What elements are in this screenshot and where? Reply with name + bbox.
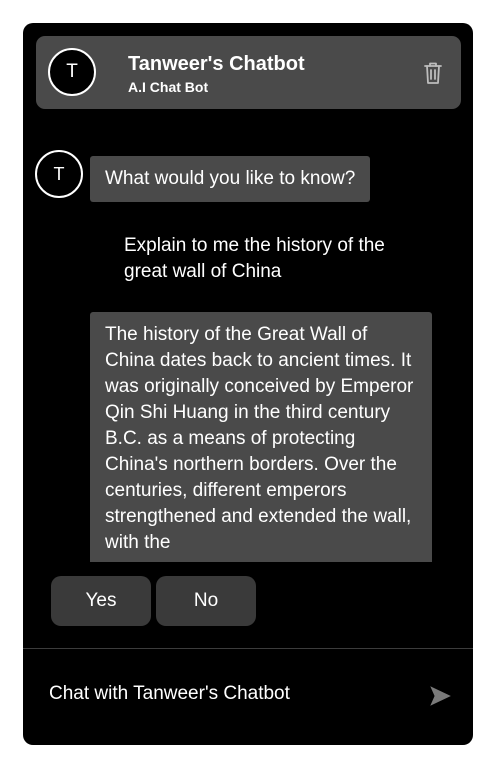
yes-button[interactable]: Yes xyxy=(51,576,151,626)
bot-greeting-bubble: What would you like to know? xyxy=(90,156,371,202)
bot-avatar: T xyxy=(35,150,83,198)
header-avatar: T xyxy=(48,48,96,96)
chatbot-subtitle: A.I Chat Bot xyxy=(128,79,209,95)
message-list: T What would you like to know? Explain t… xyxy=(23,123,473,562)
no-button[interactable]: No xyxy=(156,576,256,626)
send-icon[interactable] xyxy=(427,683,453,709)
chat-window: T Tanweer's Chatbot A.I Chat Bot T What … xyxy=(23,23,473,745)
chat-input[interactable] xyxy=(49,679,409,709)
chat-header: T Tanweer's Chatbot A.I Chat Bot xyxy=(36,36,461,109)
chatbot-title: Tanweer's Chatbot xyxy=(128,53,305,75)
trash-icon[interactable] xyxy=(423,61,443,85)
bot-response-bubble: The history of the Great Wall of China d… xyxy=(90,312,432,562)
composer xyxy=(23,649,473,745)
user-message: Explain to me the history of the great w… xyxy=(124,235,385,282)
